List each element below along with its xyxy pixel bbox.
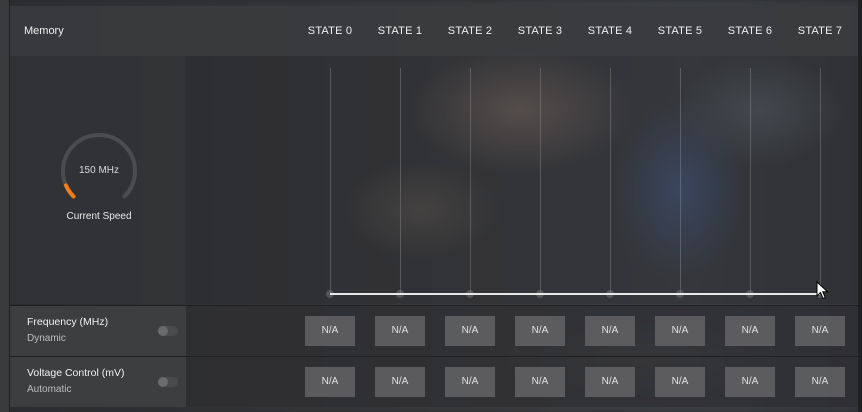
state-6-slider-track[interactable] xyxy=(750,68,751,294)
state-5-slider-track[interactable] xyxy=(680,68,681,294)
frequency-state-3-field[interactable]: N/A xyxy=(515,316,565,346)
voltage-state-2-field[interactable]: N/A xyxy=(445,367,495,397)
state-header-5: STATE 5 xyxy=(657,25,703,37)
voltage-title: Voltage Control (mV) xyxy=(27,367,125,379)
frequency-toggle-knob xyxy=(158,326,168,336)
frequency-state-4-field[interactable]: N/A xyxy=(585,316,635,346)
state-chart-area xyxy=(186,56,858,304)
voltage-state-3-field[interactable]: N/A xyxy=(515,367,565,397)
voltage-values-cell: N/A N/A N/A N/A N/A N/A N/A N/A xyxy=(186,357,858,407)
state-0-slider-track[interactable] xyxy=(330,68,331,294)
state-3-slider-track[interactable] xyxy=(540,68,541,294)
frequency-state-6-field[interactable]: N/A xyxy=(725,316,775,346)
current-speed-value: 150 MHz xyxy=(78,165,119,176)
voltage-state-7-field[interactable]: N/A xyxy=(795,367,845,397)
state-2-slider-track[interactable] xyxy=(470,68,471,294)
state-header-1: STATE 1 xyxy=(377,25,423,37)
frequency-state-2-field[interactable]: N/A xyxy=(445,316,495,346)
state-header-6: STATE 6 xyxy=(727,25,773,37)
voltage-state-0-field[interactable]: N/A xyxy=(305,367,355,397)
frequency-values-cell: N/A N/A N/A N/A N/A N/A N/A N/A xyxy=(186,306,858,356)
voltage-state-5-field[interactable]: N/A xyxy=(655,367,705,397)
state-4-slider-track[interactable] xyxy=(610,68,611,294)
voltage-mode: Automatic xyxy=(27,384,72,395)
frequency-state-0-field[interactable]: N/A xyxy=(305,316,355,346)
state-1-slider-track[interactable] xyxy=(400,68,401,294)
voltage-toggle[interactable] xyxy=(158,377,178,387)
mouse-pointer-icon xyxy=(816,281,829,300)
frequency-state-1-field[interactable]: N/A xyxy=(375,316,425,346)
state-curve-line xyxy=(330,293,820,295)
state-header-0: STATE 0 xyxy=(307,25,353,37)
state-7-slider-track[interactable] xyxy=(820,68,821,294)
state-header-2: STATE 2 xyxy=(447,25,493,37)
voltage-toggle-knob xyxy=(158,377,168,387)
current-speed-caption: Current Speed xyxy=(66,211,132,222)
frequency-mode: Dynamic xyxy=(27,333,66,344)
left-edge-strip xyxy=(0,0,10,412)
frequency-row: Frequency (MHz) Dynamic N/A N/A N/A N/A … xyxy=(10,305,858,356)
voltage-row: Voltage Control (mV) Automatic N/A N/A N… xyxy=(10,356,858,407)
voltage-state-1-field[interactable]: N/A xyxy=(375,367,425,397)
voltage-state-4-field[interactable]: N/A xyxy=(585,367,635,397)
frequency-toggle[interactable] xyxy=(158,326,178,336)
voltage-state-6-field[interactable]: N/A xyxy=(725,367,775,397)
state-header-7: STATE 7 xyxy=(797,25,843,37)
frequency-state-5-field[interactable]: N/A xyxy=(655,316,705,346)
frequency-title: Frequency (MHz) xyxy=(27,316,109,328)
right-edge-strip xyxy=(858,0,862,412)
section-title: Memory xyxy=(24,25,64,37)
state-header-4: STATE 4 xyxy=(587,25,633,37)
voltage-row-label-cell: Voltage Control (mV) Automatic xyxy=(10,357,186,407)
state-header-3: STATE 3 xyxy=(517,25,563,37)
frequency-state-7-field[interactable]: N/A xyxy=(795,316,845,346)
frequency-row-label-cell: Frequency (MHz) Dynamic xyxy=(10,306,186,356)
